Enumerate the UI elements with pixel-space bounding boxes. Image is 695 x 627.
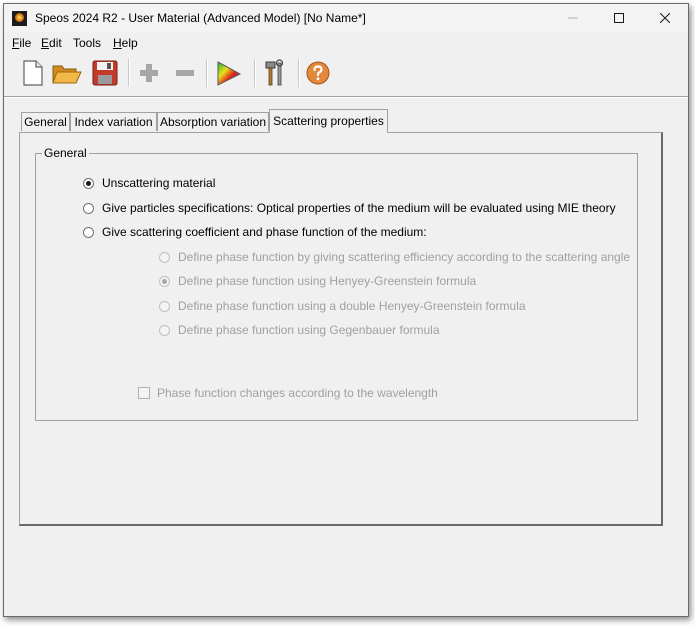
radio-indicator <box>159 324 170 336</box>
radio-label: Define phase function using Gegenbauer f… <box>178 323 440 337</box>
phase-double-henyey-greenstein-radio[interactable]: Define phase function using a double Hen… <box>159 298 526 314</box>
user-material-window: Speos 2024 R2 - User Material (Advanced … <box>3 3 689 617</box>
color-spectrum-button[interactable] <box>213 57 245 89</box>
menu-tools-label: Tools <box>73 36 102 50</box>
particles-specifications-radio[interactable]: Give particles specifications: Optical p… <box>83 200 616 216</box>
unscattering-material-radio[interactable]: Unscattering material <box>83 175 215 191</box>
scattering-coefficient-radio[interactable]: Give scattering coefficient and phase fu… <box>83 224 427 240</box>
menu-help[interactable]: Help <box>113 36 138 50</box>
tab-general[interactable]: General <box>21 112 70 131</box>
save-button[interactable] <box>89 57 121 89</box>
menu-help-rest: elp <box>121 36 138 50</box>
menu-file[interactable]: File <box>12 36 31 50</box>
wavelength-dependency-checkbox[interactable]: Phase function changes according to the … <box>138 385 438 401</box>
radio-label: Give particles specifications: Optical p… <box>102 201 616 215</box>
toolbar-separator <box>206 59 208 87</box>
close-button[interactable] <box>642 4 688 32</box>
help-icon <box>306 61 330 85</box>
new-file-icon <box>23 60 43 86</box>
menu-file-rest: ile <box>19 36 32 50</box>
speos-app-icon <box>12 11 27 26</box>
phase-gegenbauer-radio[interactable]: Define phase function using Gegenbauer f… <box>159 322 440 338</box>
maximize-icon <box>614 13 624 23</box>
menu-edit-accel: E <box>41 36 50 50</box>
radio-indicator <box>83 226 94 238</box>
color-spectrum-icon <box>217 61 242 86</box>
tab-absorption-variation[interactable]: Absorption variation <box>157 112 269 131</box>
radio-indicator <box>83 202 94 214</box>
radio-label: Define phase function using Henyey-Green… <box>178 274 477 288</box>
maximize-button[interactable] <box>596 4 642 32</box>
toolbar <box>4 53 688 93</box>
open-folder-button[interactable] <box>51 57 83 89</box>
toolbar-separator <box>298 59 300 87</box>
tab-scattering-properties[interactable]: Scattering properties <box>269 109 388 133</box>
menu-help-accel: H <box>113 36 122 50</box>
radio-indicator <box>159 300 170 312</box>
tools-icon <box>265 59 284 86</box>
tools-button[interactable] <box>259 57 291 89</box>
checkbox-label: Phase function changes according to the … <box>157 386 438 400</box>
scattering-properties-panel: General Unscattering material Give parti… <box>19 132 663 526</box>
menu-bar: File Edit Tools Help <box>4 32 688 52</box>
minimize-icon <box>568 17 578 19</box>
window-title: Speos 2024 R2 - User Material (Advanced … <box>35 11 366 25</box>
radio-label: Define phase function using a double Hen… <box>178 299 526 313</box>
remove-icon <box>176 70 194 76</box>
new-file-button[interactable] <box>17 57 49 89</box>
menu-edit-rest: dit <box>49 36 62 50</box>
radio-label: Unscattering material <box>102 176 216 190</box>
general-groupbox: General Unscattering material Give parti… <box>35 146 638 421</box>
remove-button[interactable] <box>169 57 201 89</box>
menu-edit[interactable]: Edit <box>41 36 62 50</box>
group-title: General <box>42 146 89 160</box>
radio-label: Define phase function by giving scatteri… <box>178 250 631 264</box>
radio-indicator <box>159 251 170 263</box>
toolbar-separator <box>254 59 256 87</box>
toolbar-separator <box>128 59 130 87</box>
save-icon <box>92 60 118 86</box>
radio-indicator <box>159 275 170 287</box>
radio-indicator <box>83 177 94 189</box>
phase-scattering-efficiency-radio[interactable]: Define phase function by giving scatteri… <box>159 249 630 265</box>
add-button[interactable] <box>133 57 165 89</box>
minimize-button[interactable] <box>550 4 596 32</box>
tab-index-variation[interactable]: Index variation <box>70 112 157 131</box>
add-icon <box>140 64 158 82</box>
radio-label: Give scattering coefficient and phase fu… <box>102 225 427 239</box>
checkbox-indicator <box>138 387 150 399</box>
open-folder-icon <box>52 65 82 84</box>
help-button[interactable] <box>302 57 334 89</box>
title-bar[interactable]: Speos 2024 R2 - User Material (Advanced … <box>4 4 688 32</box>
phase-henyey-greenstein-radio[interactable]: Define phase function using Henyey-Green… <box>159 273 476 289</box>
menu-tools[interactable]: Tools <box>73 36 101 50</box>
toolbar-divider <box>4 96 688 98</box>
close-icon <box>660 13 670 23</box>
